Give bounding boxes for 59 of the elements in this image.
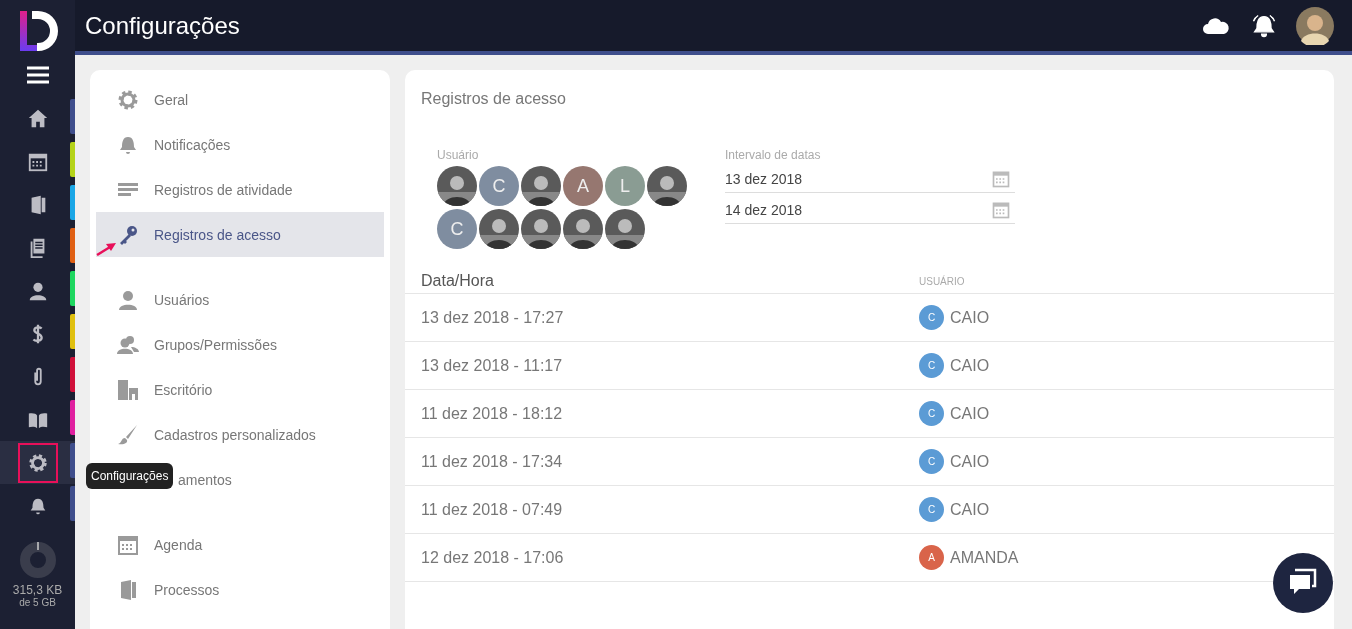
user-initial: C [919,305,944,330]
user-initial: A [919,545,944,570]
user-avatar[interactable] [521,166,561,206]
table-cell-text: 13 dez 2018 - 11:17 [420,356,564,375]
user-avatar[interactable]: C [479,166,519,206]
table-cell-text: 11 dez 2018 - 18:12 [420,404,564,423]
calendar-icon [991,200,1011,220]
field-label: Intervalo de datas [725,148,822,162]
user-initial: C [919,401,944,426]
user-name: CAIO [950,452,990,471]
date-field[interactable]: 14 dez 2018 [725,197,1015,224]
storage-used: 315,3 KB [12,583,63,597]
user-name: CAIO [950,356,990,375]
user-avatar[interactable]: C [437,209,477,249]
user-name: CAIO [950,308,990,327]
field-label: Usuário [437,148,480,162]
storage-donut [18,541,57,579]
nav-item[interactable] [0,441,75,484]
page-title: Configurações [85,11,241,40]
user-name: CAIO [950,404,990,423]
user-avatar[interactable] [605,209,645,249]
menu-item[interactable]: Usuários [96,277,384,322]
menu-item[interactable]: Geral [96,77,384,122]
menu-item[interactable]: Escritório [96,367,384,412]
settings-icon [26,451,49,474]
date-field[interactable]: 13 dez 2018 [725,166,1015,193]
menu-item[interactable]: Agenda [96,522,384,567]
user-avatar[interactable] [647,166,687,206]
column-header: Data/Hora [420,272,495,290]
arrow-icon [96,242,118,256]
table-cell-text: 12 dez 2018 - 17:06 [420,548,565,567]
tooltip: Configurações [86,463,174,489]
panel-title: Registros de acesso [420,89,567,108]
user-avatar[interactable] [563,209,603,249]
storage-total: de 5 GB [19,597,56,608]
user-avatar[interactable] [479,209,519,249]
user-initial: C [919,353,944,378]
menu-item[interactable]: Registros de atividade [96,167,384,212]
home-icon [26,107,49,130]
calendar-icon [991,169,1011,189]
user-name: CAIO [950,500,990,519]
menu-item[interactable]: Grupos/Permissões [96,322,384,367]
menu-item[interactable]: Registros de acesso [96,212,384,257]
table-cell-text: 11 dez 2018 - 17:34 [420,452,564,471]
user-avatar[interactable] [521,209,561,249]
user-initial: C [919,449,944,474]
menu-item[interactable]: Processos [96,567,384,612]
menu-item[interactable]: Notificações [96,122,384,167]
user-avatar[interactable] [437,166,477,206]
building-icon [116,377,140,402]
user-avatar[interactable]: L [605,166,645,206]
table-cell-text: 13 dez 2018 - 17:27 [420,308,565,327]
menu-item[interactable]: Cadastros personalizados [96,412,384,457]
user-initial: C [919,497,944,522]
table-cell-text: 11 dez 2018 - 07:49 [420,500,564,519]
user-name: AMANDA [950,548,1019,567]
user-avatar[interactable]: A [563,166,603,206]
user-avatar[interactable] [1296,6,1334,45]
column-header: USUÁRIO [919,276,966,289]
